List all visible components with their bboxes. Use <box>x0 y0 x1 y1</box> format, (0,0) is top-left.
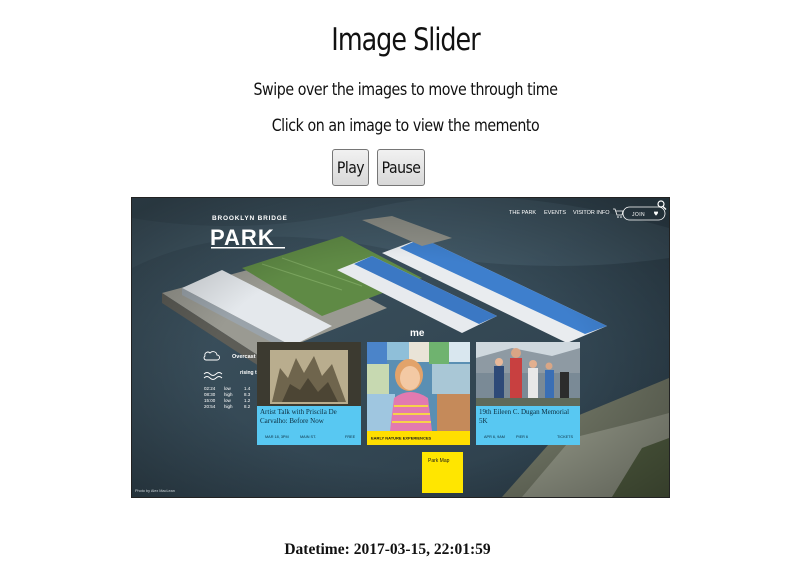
photo-credit: Photo by Alex MacLean <box>135 489 175 493</box>
datetime-readout: Datetime: 2017-03-15, 22:01:59 <box>0 541 775 559</box>
tide-level: high <box>224 404 233 409</box>
play-button[interactable]: Play <box>332 149 369 186</box>
datetime-label: Datetime: <box>284 541 350 558</box>
datetime-value: 2017-03-15, 22:01:59 <box>353 541 491 558</box>
event-card-place: PIER 6 <box>516 435 528 439</box>
click-instruction: Click on an image to view the memento <box>271 116 540 135</box>
tide-time: 20:54 <box>204 404 216 409</box>
logo-underline <box>211 247 285 249</box>
section-heading: me <box>410 328 425 339</box>
tide-level: low <box>224 398 232 403</box>
playback-controls: Play Pause <box>332 149 425 186</box>
weather-label: Overcast <box>232 354 256 360</box>
memento-image-slider[interactable]: BROOKLYN BRIDGE PARK THE PARK EVENTS VIS… <box>131 197 670 498</box>
event-card-place: MAIN ST. <box>300 435 316 439</box>
tide-value: 1.4 <box>244 386 251 391</box>
event-card-date: APR 6, 9AM <box>484 435 505 439</box>
tide-time: 15:00 <box>204 398 216 403</box>
pause-button[interactable]: Pause <box>377 149 425 186</box>
logo-small[interactable]: BROOKLYN BRIDGE <box>212 215 288 222</box>
tide-value: 8.2 <box>244 404 251 409</box>
tide-value: 8.3 <box>244 392 251 397</box>
memento-screenshot[interactable]: BROOKLYN BRIDGE PARK THE PARK EVENTS VIS… <box>132 198 669 497</box>
event-card-price: FREE <box>345 435 356 439</box>
tide-level: low <box>224 386 232 391</box>
tide-time: 02:24 <box>204 386 216 391</box>
event-card-artist-talk[interactable]: Artist Talk with Priscila De Carvalho: B… <box>257 342 361 445</box>
nav-the-park[interactable]: THE PARK <box>509 210 536 216</box>
join-label: JOIN <box>632 212 645 218</box>
logo-large[interactable]: PARK <box>210 225 275 250</box>
event-card-title[interactable]: 19th Eileen C. Dugan Memorial 5K <box>479 408 577 425</box>
event-card-5k[interactable]: 19th Eileen C. Dugan Memorial 5K APR 6, … <box>476 342 580 445</box>
tide-table: 02:24 low 1.4 08:30 high 8.3 15:00 low 1… <box>204 386 251 409</box>
park-map-label: Park Map <box>428 458 450 464</box>
event-card-date: MAR 18, 3PM <box>265 435 289 439</box>
event-card-title[interactable]: Artist Talk with Priscila De Carvalho: B… <box>260 408 358 425</box>
swipe-instruction: Swipe over the images to move through ti… <box>253 80 558 99</box>
nav-visitor-info[interactable]: VISITOR INFO <box>573 210 610 216</box>
tide-value: 1.2 <box>244 398 251 403</box>
event-card-early-nature[interactable]: EARLY NATURE EXPERIENCES <box>367 342 470 445</box>
tide-level: high <box>224 392 233 397</box>
event-card-title[interactable]: EARLY NATURE EXPERIENCES <box>371 436 431 441</box>
page-title: Image Slider <box>331 22 480 58</box>
event-card-price: TICKETS <box>557 435 574 439</box>
nav-events[interactable]: EVENTS <box>544 210 566 216</box>
tide-time: 08:30 <box>204 392 216 397</box>
